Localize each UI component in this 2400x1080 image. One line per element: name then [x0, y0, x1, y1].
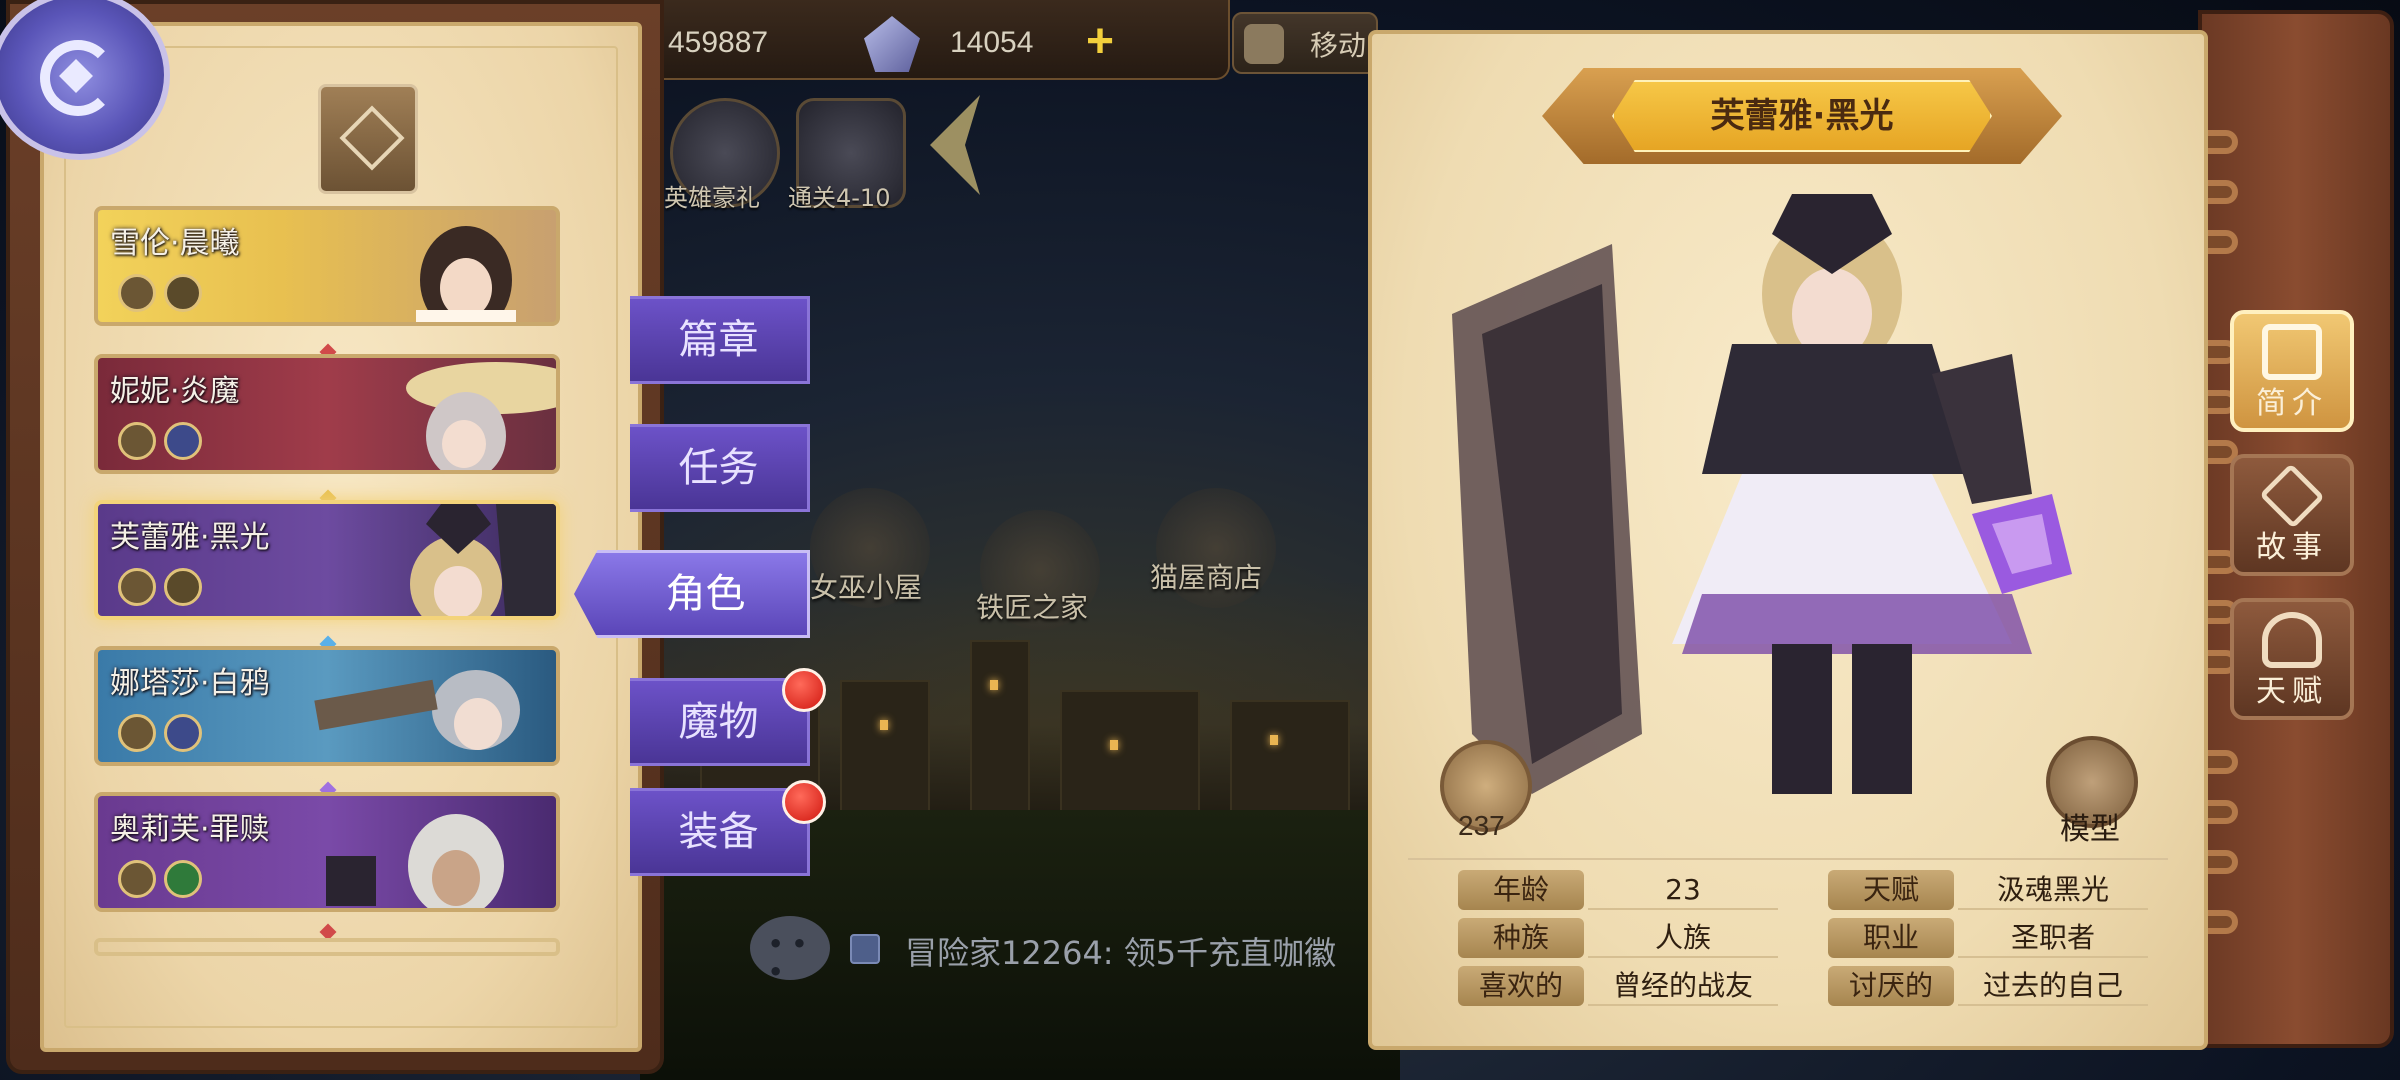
class-badge-icon — [118, 568, 156, 606]
hero-name: 雪伦·晨曦 — [110, 226, 240, 261]
class-badge-icon — [118, 860, 156, 898]
hero-portrait — [314, 670, 520, 750]
like-count: 237 — [1458, 810, 1505, 841]
info-label: 天赋 — [1828, 870, 1954, 910]
resource-bar: 459887 14054 + — [640, 0, 1230, 80]
hero-card-freya[interactable]: 芙蕾雅·黑光 — [94, 500, 560, 620]
event-label: 英雄豪礼 — [664, 184, 760, 212]
element-badge-icon — [164, 422, 202, 460]
element-badge-icon — [164, 860, 202, 898]
hero-title-plate: 芙蕾雅·黑光 — [1542, 68, 2062, 164]
info-value: 过去的自己 — [1958, 966, 2148, 1006]
chat-bar[interactable]: 冒险家12264: 领5千充直咖徽 — [750, 908, 1370, 992]
info-label: 讨厌的 — [1828, 966, 1954, 1006]
gem-icon — [864, 16, 920, 72]
house — [1060, 690, 1200, 820]
collapse-arrow-icon[interactable] — [920, 90, 990, 200]
class-badge-icon — [118, 714, 156, 752]
tab-quests[interactable]: 任务 — [630, 424, 810, 512]
notification-dot — [782, 780, 826, 824]
gold-value: 459887 — [668, 26, 769, 59]
lit-window — [990, 680, 998, 690]
event-label: 通关4-10 — [788, 184, 891, 212]
notification-dot — [782, 668, 826, 712]
side-tab-label: 天赋 — [2256, 674, 2328, 709]
move-label: 移动 — [1309, 29, 1366, 62]
info-label: 种族 — [1458, 918, 1584, 958]
info-label: 职业 — [1828, 918, 1954, 958]
side-tab-intro[interactable]: 简介 — [2230, 310, 2354, 432]
building-label: 女巫小屋 — [810, 571, 923, 604]
hero-full-portrait — [1452, 194, 2072, 794]
lit-window — [880, 720, 888, 730]
chat-bubble-icon[interactable] — [750, 916, 830, 986]
house — [970, 640, 1030, 820]
hero-portrait — [410, 504, 556, 616]
class-badge-icon — [118, 274, 156, 312]
side-tab-label: 故事 — [2256, 530, 2328, 565]
hero-portrait — [416, 226, 516, 322]
house — [1230, 700, 1350, 820]
talent-icon — [2262, 612, 2322, 668]
hero-detail-book: 芙蕾雅·黑光 237 模型 年龄 23 天赋 汲魂黑光 种族 人族 职业 圣职者… — [1368, 10, 2396, 1050]
move-button[interactable]: 移动 — [1232, 12, 1378, 74]
building-label: 猫屋商店 — [1150, 561, 1263, 594]
element-badge-icon — [164, 274, 202, 312]
hero-info-table: 年龄 23 天赋 汲魂黑光 种族 人族 职业 圣职者 喜欢的 曾经的战友 讨厌的… — [1408, 858, 2168, 1016]
back-arrow-icon — [40, 40, 116, 116]
element-badge-icon — [164, 568, 202, 606]
info-value: 汲魂黑光 — [1958, 870, 2148, 910]
info-row: 种族 人族 职业 圣职者 — [1408, 918, 2168, 958]
house — [840, 680, 930, 820]
class-badge-icon — [118, 422, 156, 460]
side-tab-label: 简介 — [2256, 386, 2328, 421]
hero-name: 奥莉芙·罪赎 — [110, 812, 270, 847]
story-icon — [2259, 463, 2325, 529]
model-label: 模型 — [2060, 812, 2120, 847]
codex-book-icon — [318, 84, 418, 194]
hero-card-nini[interactable]: 妮妮·炎魔 — [94, 354, 560, 474]
hero-card-natasha[interactable]: 娜塔莎·白鸦 — [94, 646, 560, 766]
side-tab-story[interactable]: 故事 — [2230, 454, 2354, 576]
info-value: 23 — [1588, 870, 1778, 910]
info-value: 圣职者 — [1958, 918, 2148, 958]
list-scroll-edge — [94, 938, 560, 956]
move-icon — [1244, 24, 1284, 64]
gem-value: 14054 — [950, 26, 1034, 59]
lit-window — [1270, 735, 1278, 745]
hero-name: 娜塔莎·白鸦 — [110, 666, 270, 701]
intro-icon — [2262, 324, 2322, 380]
hero-card-olive[interactable]: 奥莉芙·罪赎 — [94, 792, 560, 912]
hero-name: 妮妮·炎魔 — [110, 374, 240, 409]
info-label: 喜欢的 — [1458, 966, 1584, 1006]
lit-window — [1110, 740, 1118, 750]
info-row: 年龄 23 天赋 汲魂黑光 — [1408, 870, 2168, 910]
info-row: 喜欢的 曾经的战友 讨厌的 过去的自己 — [1408, 966, 2168, 1006]
info-value: 人族 — [1588, 918, 1778, 958]
tab-characters[interactable]: 角色 — [574, 550, 810, 638]
hero-portrait — [406, 362, 556, 470]
info-label: 年龄 — [1458, 870, 1584, 910]
chat-message: 冒险家12264: 领5千充直咖徽 — [905, 934, 1337, 972]
hero-detail-page: 芙蕾雅·黑光 237 模型 年龄 23 天赋 汲魂黑光 种族 人族 职业 圣职者… — [1368, 30, 2208, 1050]
side-tab-talent[interactable]: 天赋 — [2230, 598, 2354, 720]
building-label: 铁匠之家 — [976, 591, 1089, 624]
hero-card-sharon[interactable]: 雪伦·晨曦 — [94, 206, 560, 326]
tab-chapters[interactable]: 篇章 — [630, 296, 810, 384]
info-value: 曾经的战友 — [1588, 966, 1778, 1006]
add-gems-button[interactable]: + — [1078, 18, 1122, 66]
channel-icon — [850, 934, 880, 964]
hero-title: 芙蕾雅·黑光 — [1710, 96, 1894, 136]
hero-name: 芙蕾雅·黑光 — [110, 520, 270, 555]
hero-portrait — [326, 814, 504, 908]
element-badge-icon — [164, 714, 202, 752]
